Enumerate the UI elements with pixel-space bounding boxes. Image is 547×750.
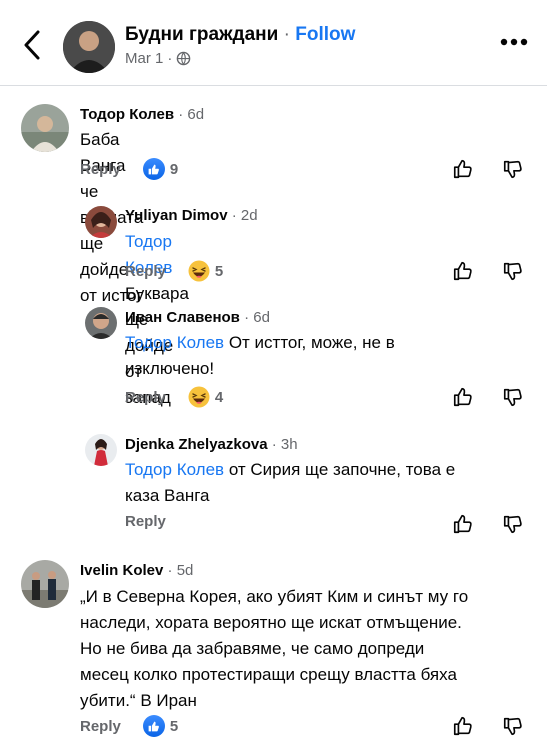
page-title: Будни граждани · Follow	[125, 24, 355, 46]
reply-button[interactable]: Reply	[80, 161, 121, 178]
comment-author: Тодор Колев · 6d	[80, 106, 204, 123]
thumb-down-icon[interactable]	[502, 260, 524, 282]
comment-text: Тодор Колев От исттог, може, не в изключ…	[125, 333, 395, 378]
avatar[interactable]	[85, 206, 117, 238]
comment-actions: Reply 5	[125, 260, 223, 282]
thumb-down-icon[interactable]	[502, 386, 524, 408]
haha-icon	[188, 386, 210, 408]
like-icon	[142, 715, 165, 737]
comment-text: „И в Северна Корея, ако убият Ким и синъ…	[80, 587, 469, 710]
thumb-up-icon[interactable]	[452, 386, 474, 408]
thumb-down-icon[interactable]	[502, 513, 524, 535]
author-name[interactable]: Тодор Колев	[80, 106, 174, 123]
more-horizontal-icon[interactable]	[499, 36, 529, 48]
comment-actions: Reply	[125, 513, 166, 530]
reaction-count: 4	[214, 388, 224, 406]
post-date[interactable]: Mar 1	[125, 50, 163, 67]
post-meta: Mar 1 ·	[125, 50, 191, 67]
comment-author: Djenka Zhelyazkova · 3h	[125, 436, 298, 453]
reaction-count: 5	[214, 262, 224, 280]
separator: ·	[283, 24, 290, 45]
reaction-count: 9	[169, 160, 179, 178]
avatar[interactable]	[21, 560, 69, 608]
thumb-up-icon[interactable]	[452, 513, 474, 535]
author-name[interactable]: Djenka Zhelyazkova	[125, 436, 268, 453]
haha-icon	[188, 260, 210, 282]
mention-link[interactable]: Тодор Колев	[125, 460, 224, 479]
avatar[interactable]	[85, 434, 117, 466]
chevron-left-icon[interactable]	[18, 28, 48, 62]
comment-author: Ivelin Kolev · 5d	[80, 562, 193, 579]
comment-time[interactable]: · 2d	[232, 207, 258, 224]
comment-author: Иван Славенов · 6d	[125, 309, 270, 326]
reaction-summary[interactable]: 5	[142, 715, 179, 737]
comment-time[interactable]: · 5d	[168, 562, 194, 579]
comment-author: Yuliyan Dimov · 2d	[125, 207, 258, 224]
reaction-summary[interactable]: 4	[188, 386, 223, 408]
author-name[interactable]: Иван Славенов	[125, 309, 240, 326]
comment-text: Тодор Колев от Сирия ще започне, това е …	[125, 460, 456, 505]
comment-time[interactable]: · 6d	[244, 309, 270, 326]
globe-icon	[177, 51, 191, 66]
reaction-summary[interactable]: 5	[188, 260, 223, 282]
avatar[interactable]	[85, 307, 117, 339]
like-icon	[142, 158, 165, 180]
comment-actions: Reply 9	[80, 158, 178, 180]
reaction-summary[interactable]: 9	[142, 158, 179, 180]
thumb-down-icon[interactable]	[502, 158, 524, 180]
reply-button[interactable]: Reply	[125, 263, 166, 280]
mention-link[interactable]: Тодор Колев	[125, 333, 224, 352]
comment-time[interactable]: · 6d	[178, 106, 204, 123]
follow-button[interactable]: Follow	[295, 24, 355, 45]
comment-actions: Reply 5	[80, 715, 178, 737]
author-name[interactable]: Yuliyan Dimov	[125, 207, 228, 224]
comment-actions: Reply 4	[125, 386, 223, 408]
avatar[interactable]	[21, 104, 69, 152]
page-avatar[interactable]	[63, 21, 115, 73]
post-header: Будни граждани · Follow Mar 1 ·	[0, 0, 547, 86]
page-name[interactable]: Будни граждани	[125, 24, 278, 45]
thumb-up-icon[interactable]	[452, 158, 474, 180]
reply-button[interactable]: Reply	[125, 389, 166, 406]
comment-time[interactable]: · 3h	[272, 436, 298, 453]
reply-button[interactable]: Reply	[80, 718, 121, 735]
author-name[interactable]: Ivelin Kolev	[80, 562, 163, 579]
reply-button[interactable]: Reply	[125, 513, 166, 530]
thumb-down-icon[interactable]	[502, 715, 524, 737]
thumb-up-icon[interactable]	[452, 715, 474, 737]
thumb-up-icon[interactable]	[452, 260, 474, 282]
separator: ·	[167, 50, 173, 67]
reaction-count: 5	[169, 717, 179, 735]
